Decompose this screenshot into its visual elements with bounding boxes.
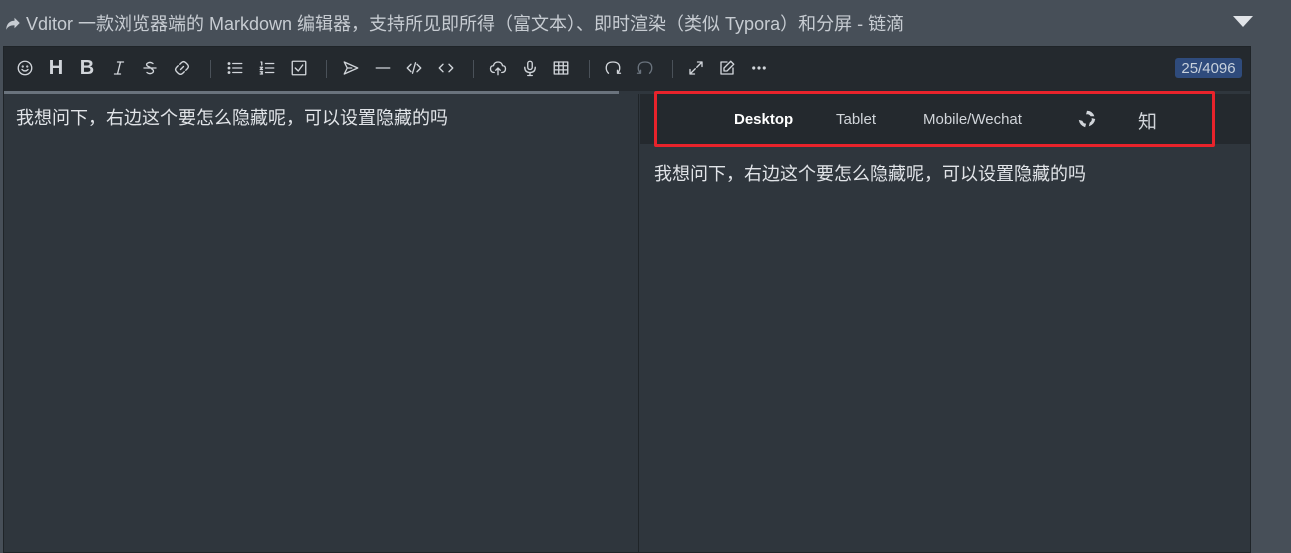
horizontal-line-icon <box>375 67 391 69</box>
table-icon <box>553 61 569 75</box>
strikethrough-button[interactable] <box>139 57 161 79</box>
bullet-list-icon <box>227 62 243 74</box>
share-icon[interactable] <box>4 14 22 32</box>
toolbar-divider <box>473 60 474 78</box>
microphone-icon <box>524 60 536 77</box>
table-button[interactable] <box>550 57 572 79</box>
title-bar: Vditor 一款浏览器端的 Markdown 编辑器，支持所见即所得（富文本）… <box>0 0 1291 46</box>
strikethrough-icon <box>143 61 157 75</box>
page-title: Vditor 一款浏览器端的 Markdown 编辑器，支持所见即所得（富文本）… <box>26 14 905 34</box>
link-button[interactable] <box>171 57 193 79</box>
checkbox-icon <box>291 60 307 76</box>
character-counter: 25/4096 <box>1175 58 1242 78</box>
edit-icon <box>720 60 735 75</box>
italic-button[interactable] <box>108 57 130 79</box>
editor-text[interactable]: 我想问下，右边这个要怎么隐藏呢，可以设置隐藏的吗 <box>16 104 626 130</box>
more-icon <box>752 66 766 70</box>
toolbar: H B 25/4096 <box>4 47 1250 91</box>
heading-button[interactable]: H <box>45 57 67 79</box>
undo-button[interactable] <box>602 57 624 79</box>
upload-button[interactable] <box>487 57 509 79</box>
bold-button[interactable]: B <box>76 57 98 79</box>
emoji-button[interactable] <box>14 57 36 79</box>
ordered-list-icon <box>259 61 275 75</box>
send-icon <box>343 61 359 75</box>
record-button[interactable] <box>519 57 541 79</box>
code-block-button[interactable] <box>403 57 425 79</box>
ordered-list-button[interactable] <box>256 57 278 79</box>
expand-icon <box>689 61 703 75</box>
preview-pane: Desktop Tablet Mobile/Wechat 知 我想问下，右边这个… <box>640 91 1250 552</box>
quote-button[interactable] <box>340 57 362 79</box>
preview-toolbar: Desktop Tablet Mobile/Wechat 知 <box>640 91 1250 147</box>
highlight-box <box>654 91 1215 147</box>
link-icon <box>174 60 190 76</box>
emoji-icon <box>17 60 33 76</box>
bullet-list-button[interactable] <box>224 57 246 79</box>
caret-down-icon[interactable] <box>1233 16 1253 28</box>
fullscreen-button[interactable] <box>685 57 707 79</box>
toolbar-divider <box>672 60 673 78</box>
toolbar-divider <box>210 60 211 78</box>
undo-icon <box>605 61 622 74</box>
toolbar-divider <box>589 60 590 78</box>
cloud-upload-icon <box>489 61 507 76</box>
inline-code-button[interactable] <box>435 57 457 79</box>
italic-icon <box>113 61 125 75</box>
code-icon <box>406 62 422 74</box>
redo-button[interactable] <box>634 57 656 79</box>
checklist-button[interactable] <box>288 57 310 79</box>
preview-text: 我想问下，右边这个要怎么隐藏呢，可以设置隐藏的吗 <box>654 164 1086 184</box>
inline-code-icon <box>438 63 454 73</box>
edit-mode-button[interactable] <box>716 57 738 79</box>
redo-icon <box>636 61 653 74</box>
horizontal-rule-button[interactable] <box>372 57 394 79</box>
vditor-editor: H B 25/4096 我想问下，右边这个要怎么隐藏呢，可以设置隐藏的吗 Des… <box>3 46 1251 553</box>
toolbar-divider <box>326 60 327 78</box>
editor-pane[interactable]: 我想问下，右边这个要怎么隐藏呢，可以设置隐藏的吗 <box>4 94 639 552</box>
more-button[interactable] <box>748 57 770 79</box>
